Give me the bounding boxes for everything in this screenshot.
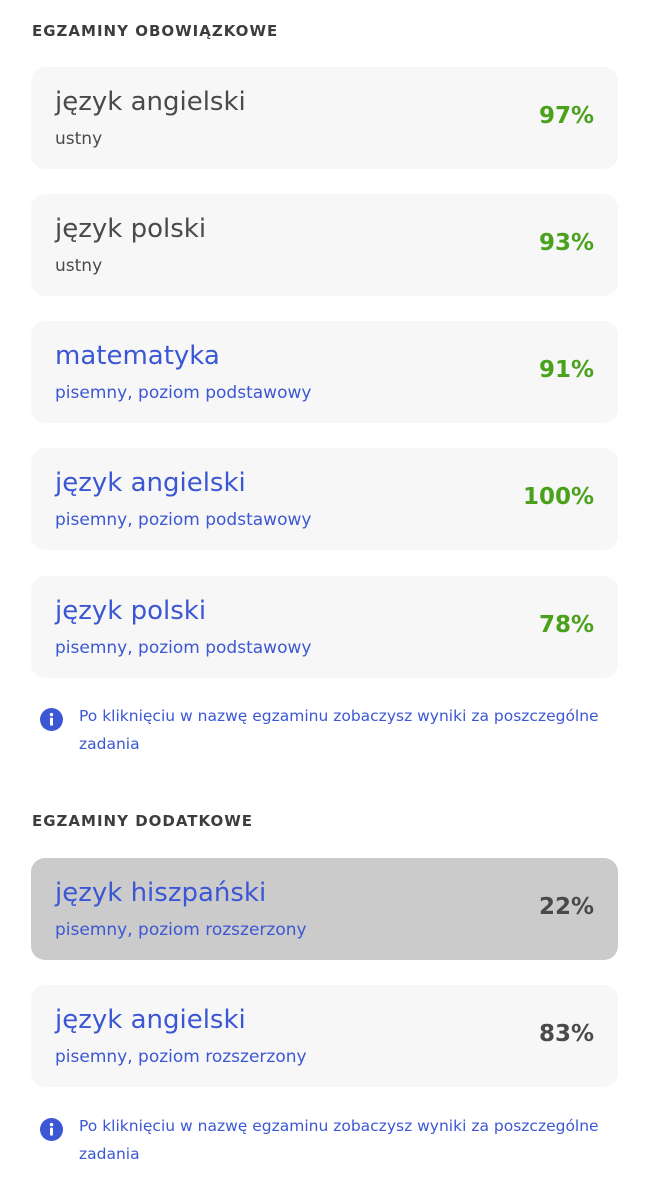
info-icon (40, 708, 63, 731)
exam-card-mandatory-math-written[interactable]: matematyka pisemny, poziom podstawowy 91… (31, 321, 618, 423)
exam-description: pisemny, poziom podstawowy (55, 638, 312, 658)
exam-score: 93% (538, 230, 594, 256)
exam-results-page: EGZAMINY OBOWIĄZKOWE język angielski ust… (0, 0, 649, 1200)
exam-name-link[interactable]: język angielski (55, 468, 246, 498)
exam-score: 100% (522, 484, 594, 510)
exam-description: pisemny, poziom podstawowy (55, 383, 312, 403)
exam-name-link[interactable]: język polski (55, 596, 206, 626)
section-title-additional: EGZAMINY DODATKOWE (32, 812, 254, 830)
exam-description: pisemny, poziom rozszerzony (55, 1047, 307, 1067)
exam-name: język polski (55, 214, 207, 244)
exam-description: pisemny, poziom rozszerzony (55, 920, 307, 940)
exam-description: pisemny, poziom podstawowy (55, 510, 312, 530)
info-text: Po kliknięciu w nazwę egzaminu zobaczysz… (79, 707, 599, 753)
exam-name: język angielski (55, 87, 246, 117)
exam-card-mandatory-english-oral: język angielski ustny 97% (31, 67, 618, 169)
exam-score: 91% (538, 357, 594, 383)
exam-description: ustny (55, 256, 103, 276)
section-title-mandatory: EGZAMINY OBOWIĄZKOWE (32, 22, 279, 40)
exam-score: 83% (538, 1021, 594, 1047)
exam-name-link[interactable]: matematyka (55, 341, 220, 371)
exam-card-mandatory-polish-oral: język polski ustny 93% (31, 194, 618, 296)
info-icon (40, 1118, 63, 1141)
exam-card-additional-english[interactable]: język angielski pisemny, poziom rozszerz… (31, 985, 618, 1087)
exam-description: ustny (55, 129, 103, 149)
exam-score: 97% (538, 103, 594, 129)
exam-score: 78% (538, 612, 594, 638)
exam-name-link[interactable]: język angielski (55, 1005, 246, 1035)
exam-score: 22% (538, 894, 594, 920)
exam-name-link[interactable]: język hiszpański (55, 878, 266, 908)
exam-card-mandatory-english-written[interactable]: język angielski pisemny, poziom podstawo… (31, 448, 618, 550)
info-text: Po kliknięciu w nazwę egzaminu zobaczysz… (79, 1117, 599, 1163)
exam-card-additional-spanish[interactable]: język hiszpański pisemny, poziom rozszer… (31, 858, 618, 960)
exam-card-mandatory-polish-written[interactable]: język polski pisemny, poziom podstawowy … (31, 576, 618, 678)
